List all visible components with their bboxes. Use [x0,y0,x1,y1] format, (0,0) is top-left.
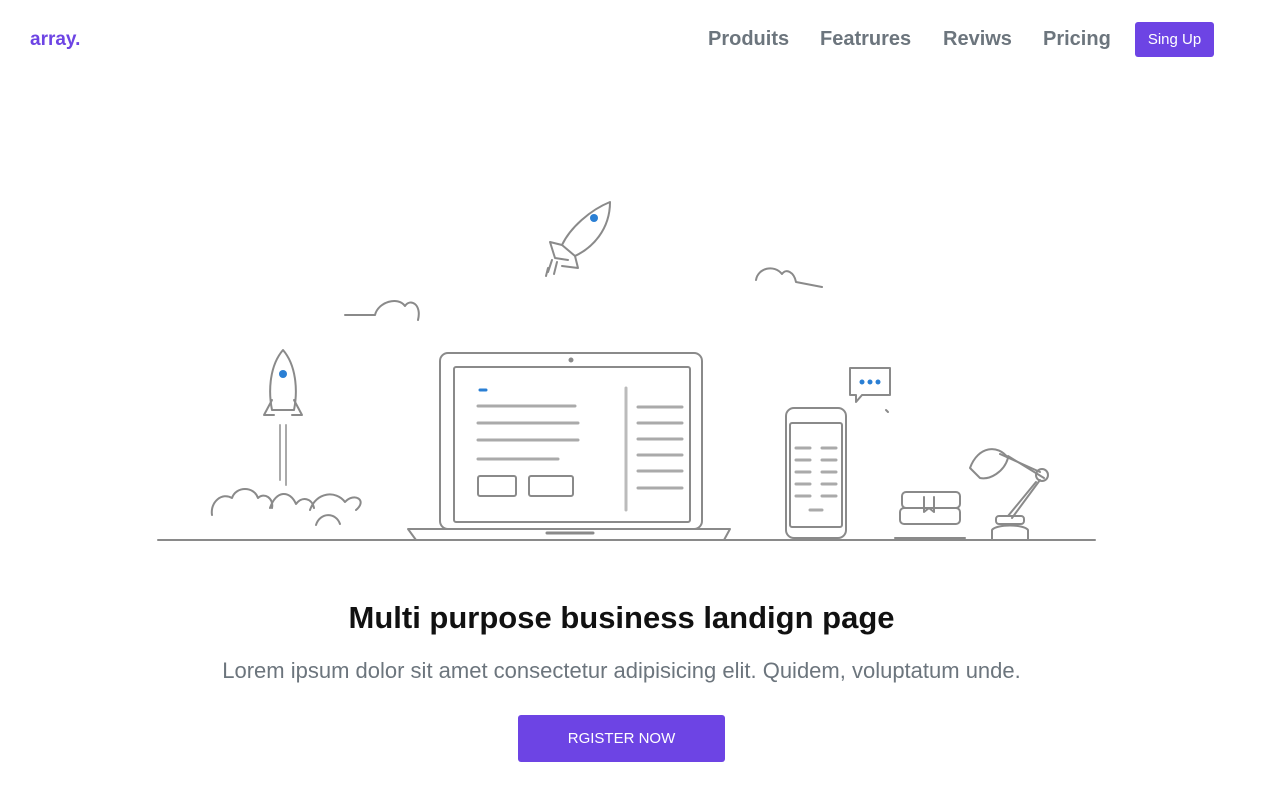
smartphone-icon [785,407,847,539]
nav-link-features[interactable]: Featrures [820,28,911,51]
chat-bubble-icon [849,367,891,413]
hero-title: Multi purpose business landign page [348,600,895,635]
signup-button[interactable]: Sing Up [1135,22,1214,57]
rocket-window-dot [279,370,287,378]
nav-link-pricing[interactable]: Pricing [1043,28,1111,51]
nav-link-reviews[interactable]: Reviws [943,28,1012,51]
flying-rocket-window-dot [590,214,598,222]
register-now-button[interactable]: RGISTER NOW [518,715,725,762]
rocket-flying-icon [545,201,611,277]
chat-dots [859,379,881,385]
desk-lamp-icon [969,448,1049,541]
laptop-icon [407,352,731,541]
books-icon [894,491,966,539]
navbar: array. Produits Featrures Reviws Pricing… [0,0,1267,80]
cloud-icon-left [344,300,420,321]
hero-illustration [157,201,1096,541]
cloud-icon-right [755,267,823,288]
nav-link-produits[interactable]: Produits [708,28,789,51]
brand-logo[interactable]: array. [30,29,80,51]
hero-subtitle: Lorem ipsum dolor sit amet consectetur a… [222,658,1021,683]
